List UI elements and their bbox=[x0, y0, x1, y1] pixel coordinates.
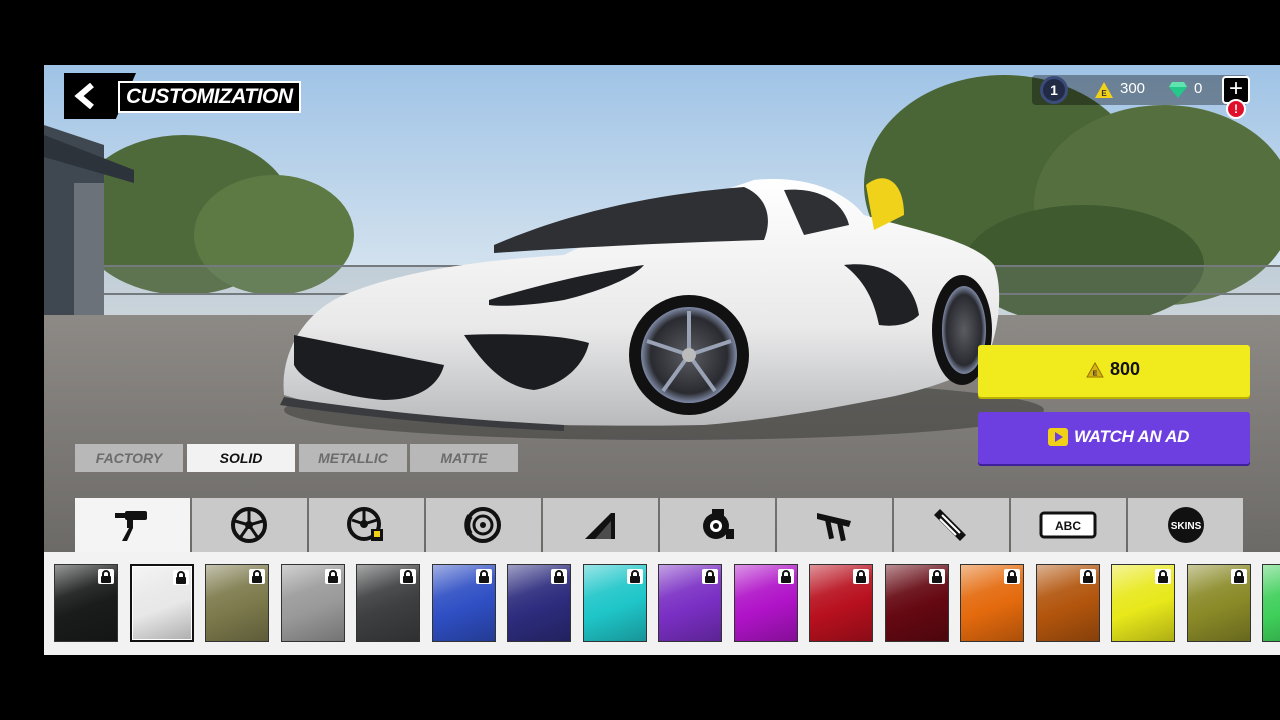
tab-factory[interactable]: FACTORY bbox=[75, 444, 183, 472]
color-swatch[interactable] bbox=[129, 564, 194, 642]
category-turbo[interactable] bbox=[660, 498, 775, 552]
category-rims[interactable] bbox=[192, 498, 307, 552]
color-swatch[interactable] bbox=[960, 564, 1024, 642]
color-swatch[interactable] bbox=[733, 564, 798, 642]
rim-icon bbox=[231, 507, 267, 543]
lock-icon bbox=[172, 570, 189, 585]
color-swatch[interactable] bbox=[582, 564, 647, 642]
play-icon bbox=[1048, 428, 1068, 446]
lock-icon bbox=[626, 569, 643, 584]
color-swatch-bar bbox=[44, 552, 1280, 655]
brake-icon bbox=[464, 507, 501, 543]
color-swatch[interactable] bbox=[884, 564, 949, 642]
paint-icon bbox=[115, 511, 147, 541]
lock-icon bbox=[475, 569, 492, 584]
license-plate-icon: ABC bbox=[1039, 511, 1097, 539]
lock-icon bbox=[853, 569, 869, 584]
skins-icon: SKINS bbox=[1168, 507, 1204, 543]
watch-ad-label: WATCH AN AD bbox=[1074, 427, 1190, 446]
rim-paint-icon bbox=[347, 507, 383, 541]
category-rim-paint[interactable] bbox=[309, 498, 424, 552]
color-swatch[interactable] bbox=[280, 564, 345, 642]
lock-icon bbox=[1079, 569, 1096, 584]
lock-icon bbox=[551, 569, 567, 584]
tab-metallic[interactable]: METALLIC bbox=[299, 444, 407, 472]
category-window-tint[interactable] bbox=[543, 498, 658, 552]
lock-icon bbox=[777, 569, 794, 584]
turbo-icon bbox=[703, 509, 734, 539]
category-skins[interactable]: SKINS bbox=[1128, 498, 1243, 552]
lock-icon bbox=[1155, 569, 1171, 584]
price-label: 800 bbox=[1110, 359, 1141, 379]
window-tint-icon bbox=[585, 513, 615, 539]
color-swatch[interactable] bbox=[1111, 564, 1175, 642]
category-vinyl[interactable] bbox=[894, 498, 1009, 552]
alert-badge: ! bbox=[1226, 99, 1246, 119]
level-badge: 1 bbox=[1040, 76, 1068, 104]
coin-icon: E bbox=[1086, 362, 1104, 378]
coin-icon: E bbox=[1095, 82, 1113, 98]
lock-icon bbox=[1004, 569, 1020, 584]
color-swatch[interactable] bbox=[658, 564, 722, 642]
color-swatch[interactable] bbox=[1035, 564, 1100, 642]
category-license-plate[interactable]: ABC bbox=[1011, 498, 1126, 552]
page-title: CUSTOMIZATION bbox=[118, 81, 301, 113]
color-swatch[interactable] bbox=[205, 564, 269, 642]
color-swatch[interactable] bbox=[54, 564, 118, 642]
coin-balance: 300 bbox=[1120, 80, 1146, 97]
gem-balance: 0 bbox=[1194, 80, 1203, 97]
watch-ad-button[interactable]: WATCH AN AD bbox=[978, 412, 1250, 464]
lock-icon bbox=[249, 569, 265, 584]
currency-panel: 1 E 300 0 bbox=[1032, 75, 1248, 105]
skins-label: SKINS bbox=[1171, 521, 1202, 532]
chevron-left-icon bbox=[74, 83, 94, 109]
category-brakes[interactable] bbox=[426, 498, 541, 552]
svg-text:E: E bbox=[1093, 369, 1098, 377]
color-swatch[interactable] bbox=[809, 564, 873, 642]
tab-solid[interactable]: SOLID bbox=[187, 444, 295, 472]
color-swatch[interactable] bbox=[431, 564, 496, 642]
lock-icon bbox=[98, 569, 114, 584]
svg-text:E: E bbox=[1101, 89, 1107, 98]
color-swatch[interactable] bbox=[1262, 564, 1280, 642]
color-swatch[interactable] bbox=[507, 564, 571, 642]
lock-icon bbox=[1230, 569, 1247, 584]
lock-icon bbox=[702, 569, 718, 584]
color-swatch[interactable] bbox=[1186, 564, 1251, 642]
category-spoiler[interactable] bbox=[777, 498, 892, 552]
spoiler-icon bbox=[817, 513, 851, 542]
lock-icon bbox=[400, 569, 416, 584]
lock-icon bbox=[324, 569, 341, 584]
license-plate-label: ABC bbox=[1055, 519, 1081, 533]
tab-matte[interactable]: MATTE bbox=[410, 444, 518, 472]
color-swatch[interactable] bbox=[356, 564, 420, 642]
game-screen: CUSTOMIZATION 1 E 300 0 + ! E 800 WATCH … bbox=[44, 65, 1280, 655]
vinyl-icon bbox=[934, 509, 966, 541]
lock-icon bbox=[928, 569, 945, 584]
gem-icon bbox=[1169, 82, 1187, 98]
buy-button[interactable]: E 800 bbox=[978, 345, 1250, 397]
category-paint[interactable] bbox=[75, 498, 190, 552]
